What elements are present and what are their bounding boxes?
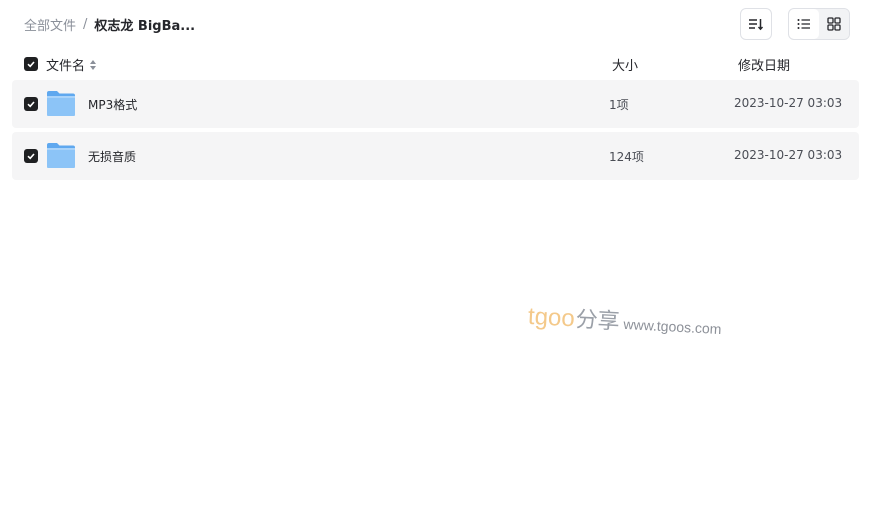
row-modified-date: 2023-10-27 03:03 <box>734 96 843 110</box>
table-row[interactable]: 无损音质 124项 2023-10-27 03:03 <box>12 132 859 180</box>
table-header: 文件名 大小 修改日期 <box>12 52 859 76</box>
checkmark-icon <box>27 101 35 108</box>
checkmark-icon <box>27 61 35 68</box>
checkmark-icon <box>27 153 35 160</box>
watermark-url: www.tgoos.com <box>623 315 722 338</box>
row-modified-date: 2023-10-27 03:03 <box>734 148 843 162</box>
grid-view-icon <box>827 17 841 31</box>
row-checkbox[interactable] <box>24 97 38 111</box>
breadcrumb-separator: / <box>83 16 88 32</box>
list-view-button[interactable] <box>789 9 819 39</box>
breadcrumb: 全部文件 / 权志龙 BigBa... <box>24 14 195 34</box>
grid-view-button[interactable] <box>819 9 849 39</box>
row-item-count: 1项 <box>609 98 629 112</box>
breadcrumb-root-link[interactable]: 全部文件 <box>24 15 76 34</box>
watermark-share: 分享 <box>575 307 621 335</box>
view-toggle <box>788 8 850 40</box>
watermark: tgoo 分享 www.tgoos.com <box>527 299 722 341</box>
row-name[interactable]: MP3格式 <box>88 96 137 113</box>
column-header-name[interactable]: 文件名 <box>46 55 97 74</box>
column-header-modified[interactable]: 修改日期 <box>738 55 790 74</box>
row-item-count: 124项 <box>609 150 644 164</box>
watermark-brand: tgoo <box>527 302 576 333</box>
file-browser: 全部文件 / 权志龙 BigBa... 文件名 大小 修改日期 MP3格式 1项… <box>0 0 874 514</box>
column-header-size[interactable]: 大小 <box>612 55 638 74</box>
select-all-checkbox[interactable] <box>24 57 38 71</box>
sort-updown-icon <box>90 59 97 70</box>
row-checkbox[interactable] <box>24 149 38 163</box>
breadcrumb-current-folder: 权志龙 BigBa... <box>94 18 196 34</box>
sort-button[interactable] <box>740 8 772 40</box>
folder-icon <box>47 143 75 168</box>
column-header-name-label: 文件名 <box>46 59 86 74</box>
row-name[interactable]: 无损音质 <box>88 148 136 165</box>
folder-icon <box>47 91 75 116</box>
table-row[interactable]: MP3格式 1项 2023-10-27 03:03 <box>12 80 859 128</box>
list-view-icon <box>797 19 810 29</box>
sort-icon <box>749 19 764 31</box>
